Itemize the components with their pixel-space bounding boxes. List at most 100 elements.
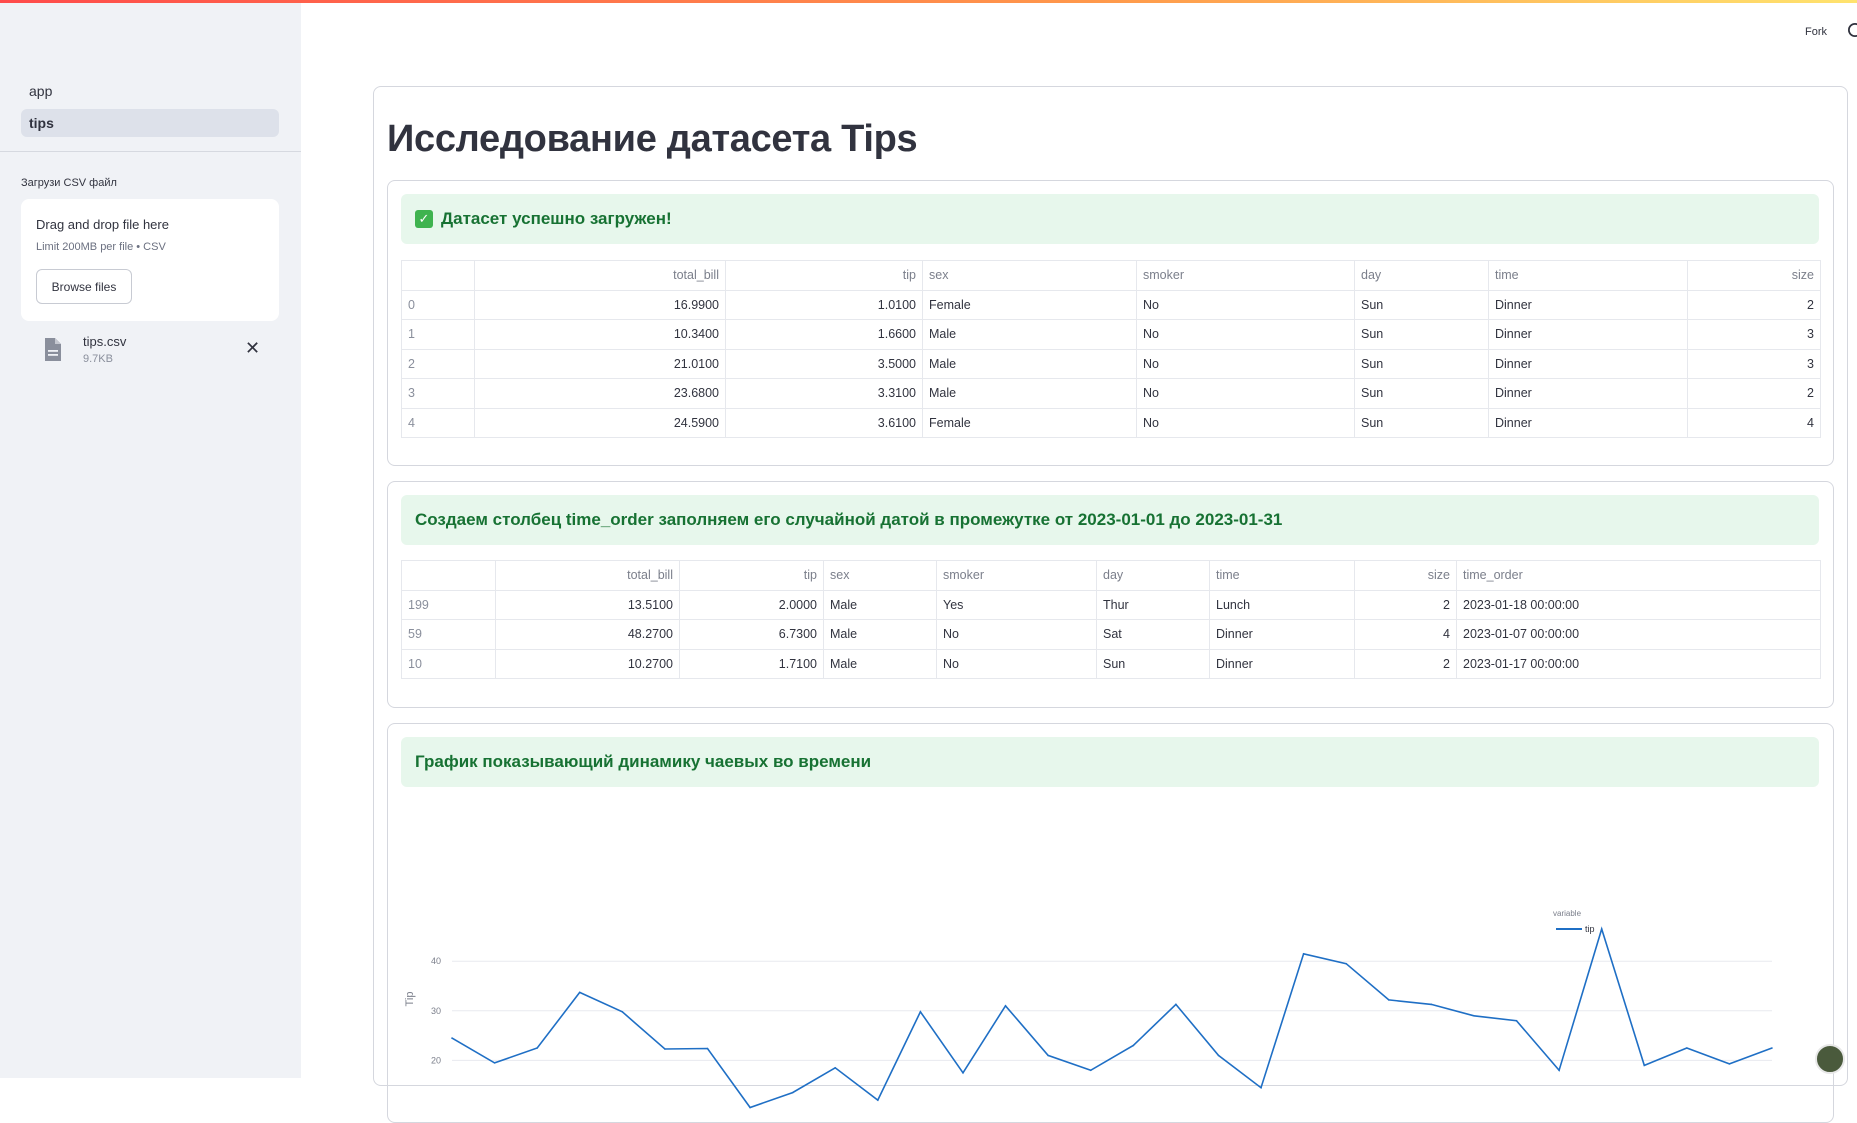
column-header[interactable] (401, 260, 475, 291)
table-cell[interactable]: 3 (1687, 348, 1821, 379)
table-cell[interactable]: No (1136, 407, 1355, 438)
column-header[interactable]: total_bill (495, 560, 680, 591)
column-header[interactable]: sex (922, 260, 1137, 291)
table-cell[interactable]: No (1136, 378, 1355, 409)
column-header[interactable]: day (1354, 260, 1489, 291)
row-index[interactable]: 2 (401, 348, 475, 379)
table-cell[interactable]: No (1136, 319, 1355, 350)
column-header[interactable]: smoker (936, 560, 1097, 591)
table-cell[interactable]: Dinner (1488, 348, 1688, 379)
table-cell[interactable]: 13.5100 (495, 589, 680, 620)
table-cell[interactable]: Sun (1354, 407, 1489, 438)
table-cell[interactable]: 10.3400 (474, 319, 726, 350)
sidebar-item-tips[interactable]: tips (21, 109, 279, 137)
table-cell[interactable]: Sat (1096, 619, 1210, 650)
table-cell[interactable]: 23.6800 (474, 378, 726, 409)
table-cell[interactable]: No (936, 648, 1097, 679)
browse-files-button[interactable]: Browse files (36, 269, 132, 304)
table-cell[interactable]: 21.0100 (474, 348, 726, 379)
table-cell[interactable]: Thur (1096, 589, 1210, 620)
row-index[interactable]: 3 (401, 378, 475, 409)
table-cell[interactable]: Male (823, 648, 937, 679)
column-header[interactable]: sex (823, 560, 937, 591)
table-cell[interactable]: Sun (1096, 648, 1210, 679)
table-cell[interactable]: 2023-01-18 00:00:00 (1456, 589, 1821, 620)
table-cell[interactable]: Dinner (1209, 619, 1355, 650)
table-cell[interactable]: 16.9900 (474, 289, 726, 320)
table-cell[interactable]: 1.7100 (679, 648, 824, 679)
sidebar-item-app[interactable]: app (21, 77, 279, 105)
table-cell[interactable]: Female (922, 289, 1137, 320)
column-header[interactable]: total_bill (474, 260, 726, 291)
table-cell[interactable]: 6.7300 (679, 619, 824, 650)
table-cell[interactable]: 48.2700 (495, 619, 680, 650)
table-cell[interactable]: Sun (1354, 289, 1489, 320)
row-index[interactable]: 4 (401, 407, 475, 438)
table-cell[interactable]: Male (823, 619, 937, 650)
column-header[interactable]: size (1687, 260, 1821, 291)
column-header[interactable]: time (1488, 260, 1688, 291)
table-cell[interactable]: 2 (1687, 289, 1821, 320)
upload-label: Загрузи CSV файл (21, 177, 117, 189)
table-cell[interactable]: 2 (1687, 378, 1821, 409)
column-header[interactable] (401, 560, 496, 591)
column-header[interactable]: size (1354, 560, 1457, 591)
table-cell[interactable]: Male (922, 378, 1137, 409)
table-cell[interactable]: 4 (1354, 619, 1457, 650)
table-cell[interactable]: Sun (1354, 348, 1489, 379)
table-cell[interactable]: 1.6600 (725, 319, 923, 350)
table-cell[interactable]: Female (922, 407, 1137, 438)
row-index[interactable]: 10 (401, 648, 496, 679)
row-index[interactable]: 199 (401, 589, 496, 620)
table-cell[interactable]: 3 (1687, 319, 1821, 350)
table-cell[interactable]: 24.5900 (474, 407, 726, 438)
table-cell[interactable]: Lunch (1209, 589, 1355, 620)
row-index[interactable]: 59 (401, 619, 496, 650)
table-cell[interactable]: 2 (1354, 589, 1457, 620)
table-cell[interactable]: Dinner (1209, 648, 1355, 679)
table-cell[interactable]: 10.2700 (495, 648, 680, 679)
fork-link[interactable]: Fork (1805, 26, 1827, 38)
github-icon[interactable] (1848, 23, 1857, 42)
chart-banner: График показывающий динамику чаевых во в… (401, 737, 1819, 787)
table-cell[interactable]: Dinner (1488, 319, 1688, 350)
table-cell[interactable]: No (1136, 348, 1355, 379)
table-cell[interactable]: 2023-01-17 00:00:00 (1456, 648, 1821, 679)
column-header[interactable]: time (1209, 560, 1355, 591)
table-cell[interactable]: Male (823, 589, 937, 620)
table-cell[interactable]: Dinner (1488, 407, 1688, 438)
table-cell[interactable]: Male (922, 319, 1137, 350)
dataframe-head[interactable]: total_bill tip sex smoker day time size 0 16.99… (401, 260, 1821, 438)
table-cell[interactable]: Sun (1354, 378, 1489, 409)
row-index[interactable]: 1 (401, 319, 475, 350)
column-header[interactable]: day (1096, 560, 1210, 591)
table-cell[interactable]: Sun (1354, 319, 1489, 350)
column-header[interactable]: tip (679, 560, 824, 591)
table-cell[interactable]: 3.6100 (725, 407, 923, 438)
tip-line-chart[interactable]: 20 30 40 Tip variabletip (401, 804, 1821, 1114)
column-header[interactable]: time_order (1456, 560, 1821, 591)
data-point (1217, 1054, 1220, 1057)
table-cell[interactable]: No (1136, 289, 1355, 320)
table-cell[interactable]: Yes (936, 589, 1097, 620)
column-header[interactable]: smoker (1136, 260, 1355, 291)
row-index[interactable]: 0 (401, 289, 475, 320)
table-cell[interactable]: 3.5000 (725, 348, 923, 379)
table-cell[interactable]: 2023-01-07 00:00:00 (1456, 619, 1821, 650)
remove-file-icon[interactable]: ✕ (245, 338, 260, 359)
dataframe-sample[interactable]: total_bill tip sex smoker day time size time_or… (401, 560, 1821, 679)
data-point (1089, 1069, 1092, 1072)
data-point (1686, 1047, 1688, 1049)
table-cell[interactable]: 2 (1354, 648, 1457, 679)
table-cell[interactable]: 2.0000 (679, 589, 824, 620)
table-cell[interactable]: 4 (1687, 407, 1821, 438)
file-dropzone[interactable]: Drag and drop file here Limit 200MB per … (21, 199, 279, 321)
table-cell[interactable]: Male (922, 348, 1137, 379)
table-cell[interactable]: Dinner (1488, 289, 1688, 320)
table-cell[interactable]: 1.0100 (725, 289, 923, 320)
avatar[interactable] (1815, 1044, 1845, 1074)
table-cell[interactable]: No (936, 619, 1097, 650)
column-header[interactable]: tip (725, 260, 923, 291)
table-cell[interactable]: Dinner (1488, 378, 1688, 409)
table-cell[interactable]: 3.3100 (725, 378, 923, 409)
